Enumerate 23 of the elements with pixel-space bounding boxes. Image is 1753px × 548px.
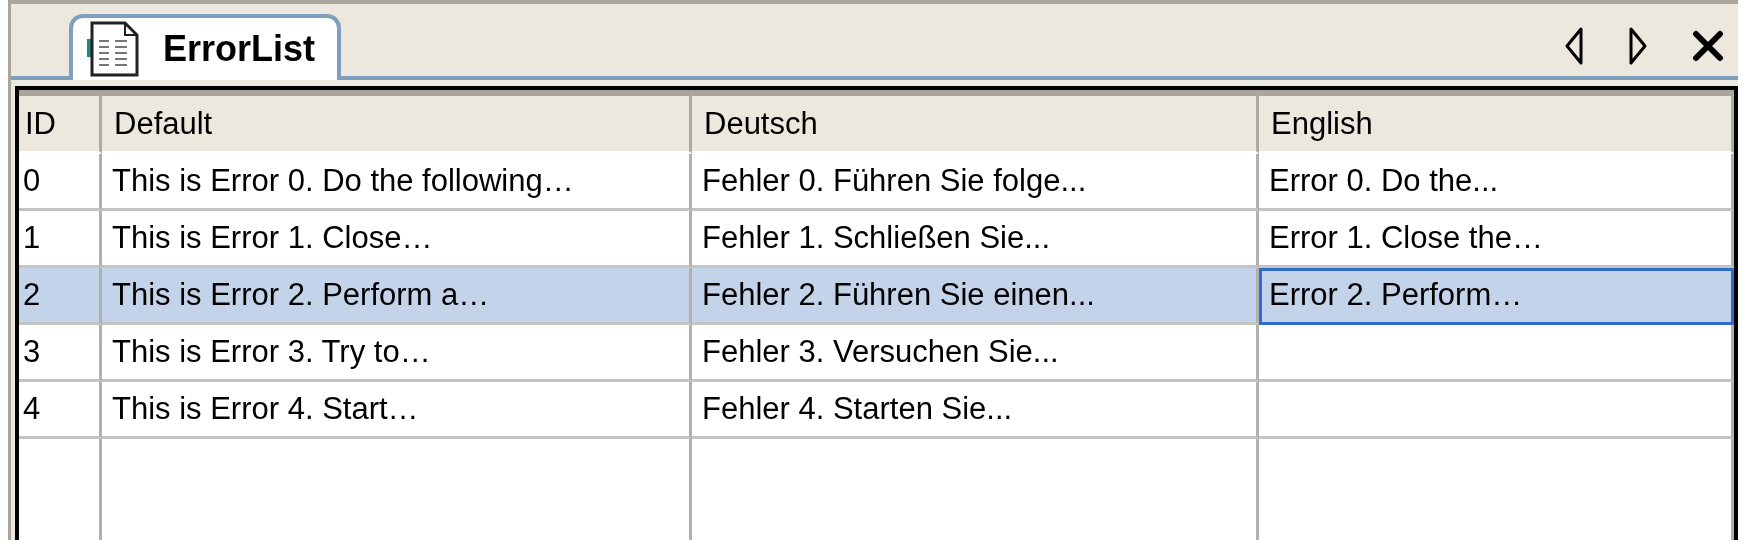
table-cell[interactable]: 3 <box>19 325 102 382</box>
close-icon[interactable] <box>1692 30 1724 62</box>
table-cell: Fehler 2. Führen Sie einen... <box>692 268 1259 325</box>
table-cell[interactable]: 2 <box>19 268 102 325</box>
table-cell: This is Error 2. Perform a… <box>102 268 692 325</box>
table-document-icon <box>87 21 141 77</box>
table-cell: Fehler 4. Starten Sie... <box>692 382 1259 439</box>
column-header: ID <box>19 90 102 154</box>
column-header: Deutsch <box>692 90 1259 154</box>
table-cell[interactable]: 0 <box>19 154 102 211</box>
table-cell: This is Error 0. Do the following… <box>102 154 692 211</box>
table-cell: Error 2. Perform… <box>1259 268 1734 325</box>
previous-icon[interactable] <box>1564 26 1584 66</box>
table-cell[interactable]: 4 <box>19 382 102 439</box>
table-cell: This is Error 4. Start… <box>102 382 692 439</box>
table-cell: Error 0. Do the... <box>1259 154 1734 211</box>
next-icon[interactable] <box>1628 26 1648 66</box>
table-cell: Fehler 0. Führen Sie folge... <box>692 154 1259 211</box>
errorlist-tab[interactable]: ErrorList <box>69 14 342 80</box>
column-header: English <box>1259 90 1734 154</box>
column-header: Default <box>102 90 692 154</box>
table-cell: This is Error 3. Try to… <box>102 325 692 382</box>
table-cell: Fehler 3. Versuchen Sie... <box>692 325 1259 382</box>
